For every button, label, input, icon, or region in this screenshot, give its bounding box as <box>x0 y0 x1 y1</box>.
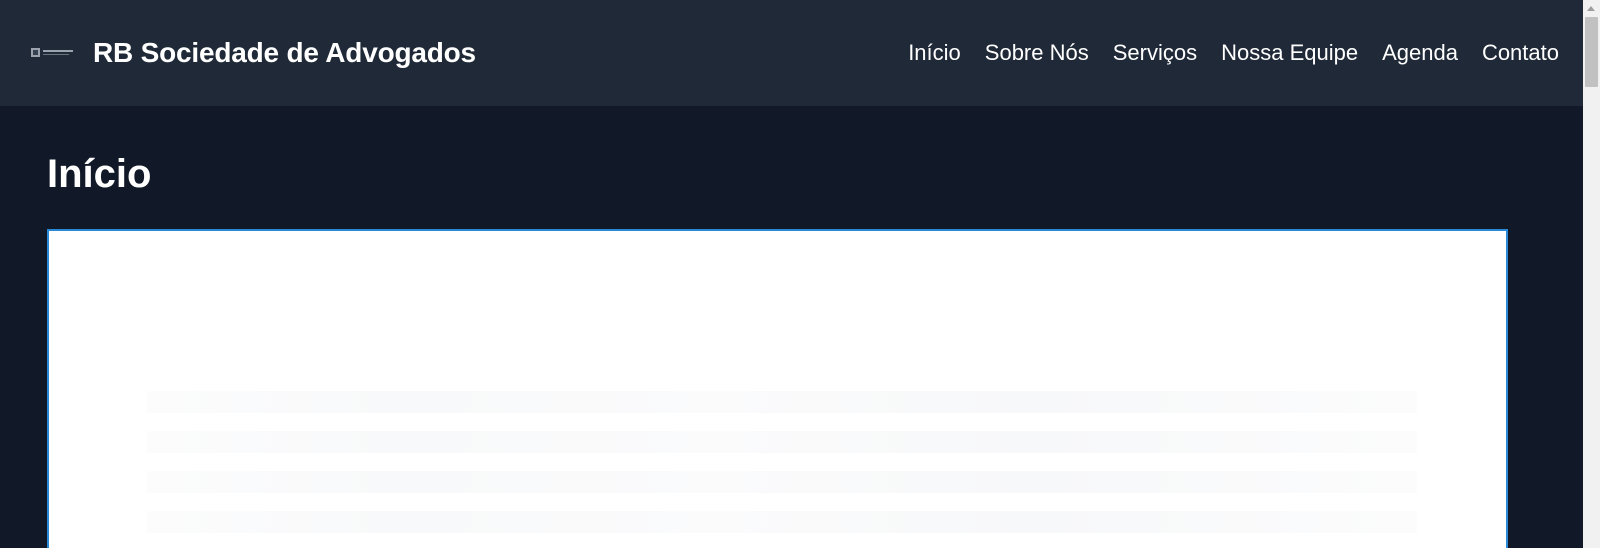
nav-link-sobre-nos[interactable]: Sobre Nós <box>985 40 1089 66</box>
browser-viewport: RB Sociedade de Advogados Início Sobre N… <box>0 0 1583 548</box>
content-frame <box>47 229 1508 548</box>
faded-text-line <box>147 511 1417 533</box>
faded-text-block <box>147 391 1417 548</box>
nav-link-inicio[interactable]: Início <box>908 40 961 66</box>
nav-link-contato[interactable]: Contato <box>1482 40 1559 66</box>
brand-link[interactable]: RB Sociedade de Advogados <box>31 37 476 69</box>
nav-link-nossa-equipe[interactable]: Nossa Equipe <box>1221 40 1358 66</box>
nav-link-servicos[interactable]: Serviços <box>1113 40 1197 66</box>
page: RB Sociedade de Advogados Início Sobre N… <box>0 0 1600 548</box>
faded-text-line <box>147 471 1417 493</box>
page-title: Início <box>47 152 152 196</box>
scroll-up-arrow-icon[interactable] <box>1587 6 1595 11</box>
site-header: RB Sociedade de Advogados Início Sobre N… <box>0 0 1583 106</box>
nav-link-agenda[interactable]: Agenda <box>1382 40 1458 66</box>
faded-text-line <box>147 391 1417 413</box>
main-nav: Início Sobre Nós Serviços Nossa Equipe A… <box>908 40 1559 66</box>
brand-title: RB Sociedade de Advogados <box>93 37 476 68</box>
faded-text-line <box>147 431 1417 453</box>
main-content: Início <box>0 106 1583 548</box>
firm-logo-icon <box>31 45 77 61</box>
page-scrollbar[interactable] <box>1583 0 1600 548</box>
scrollbar-thumb[interactable] <box>1585 17 1598 87</box>
